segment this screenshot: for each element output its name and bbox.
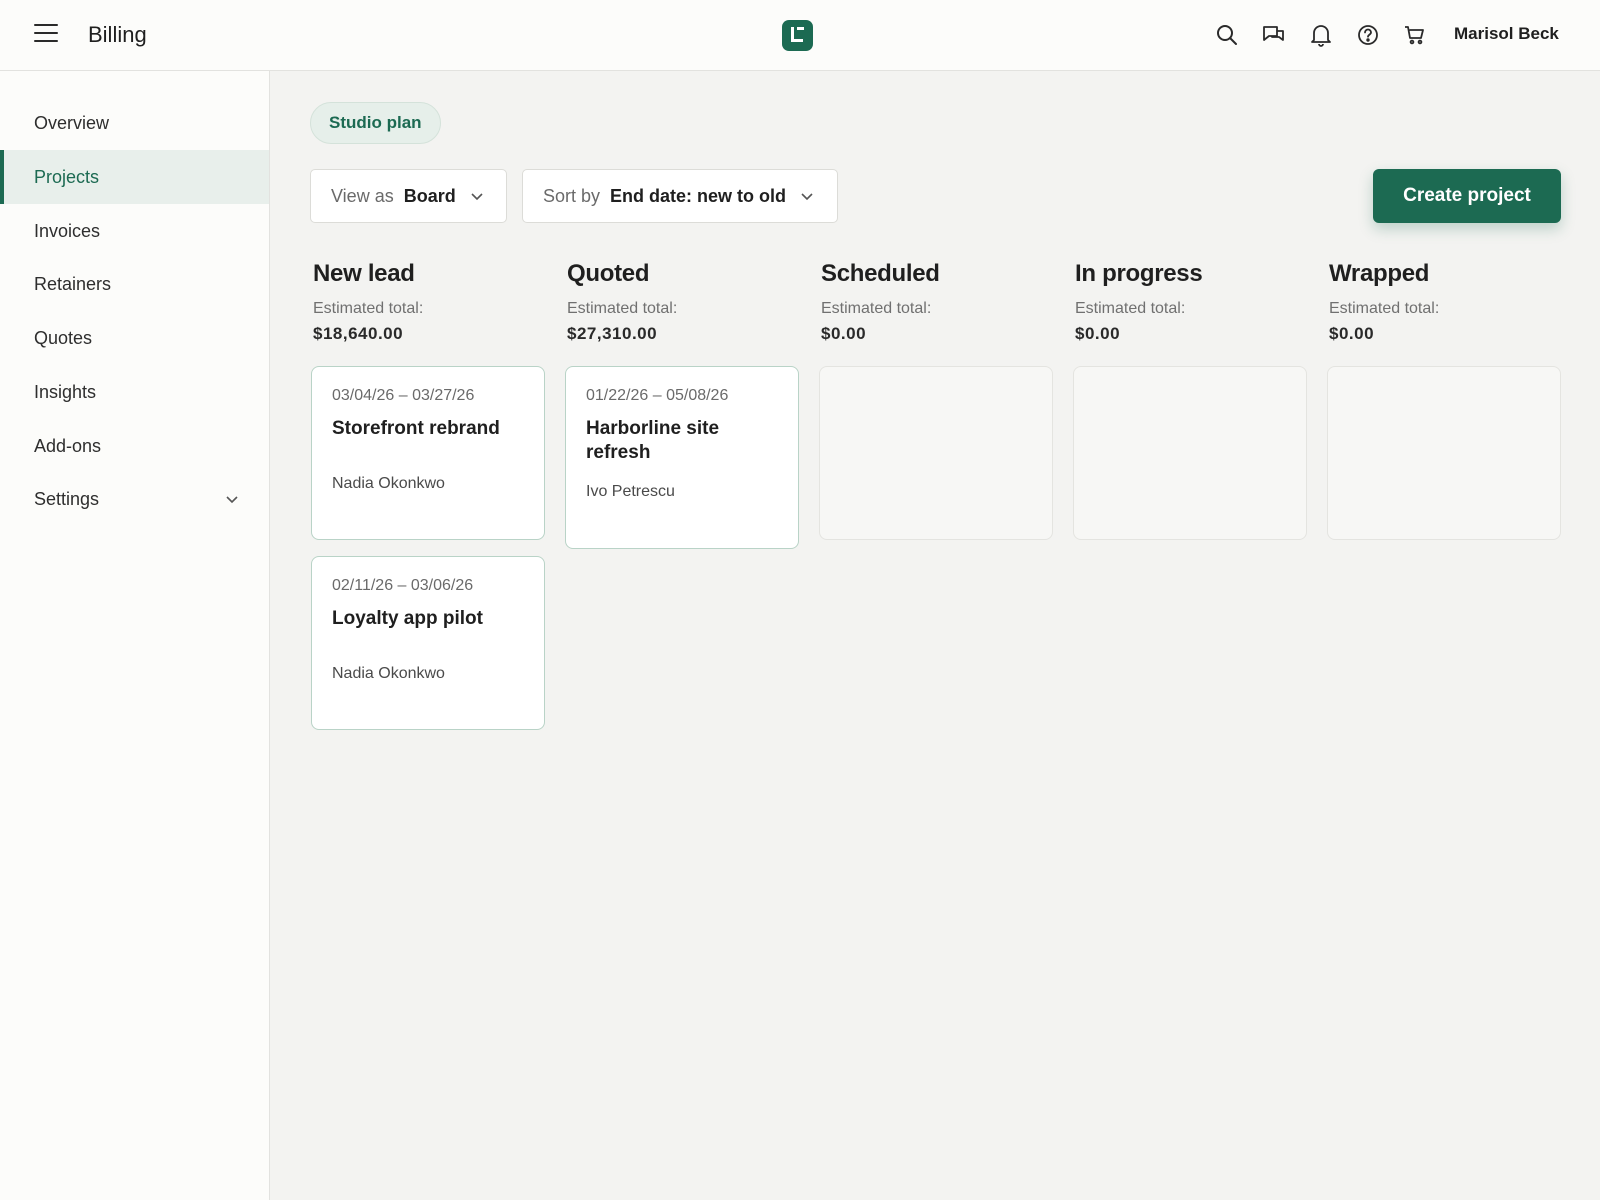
card-owner: Nadia Okonkwo: [332, 475, 445, 492]
column-title: Scheduled: [821, 260, 940, 287]
card-project-name: Harborline site refresh: [586, 418, 720, 463]
view-as-value: Board: [403, 185, 456, 206]
chat-icon[interactable]: [1261, 22, 1287, 48]
cart-icon[interactable]: [1402, 22, 1428, 48]
estimated-total-label: Estimated total:: [1075, 300, 1186, 317]
sort-by-label: Sort by: [543, 185, 601, 206]
sidebar-item-label: Overview: [34, 112, 110, 133]
top-bar: Billing Marisol Beck: [0, 0, 1600, 71]
estimated-total-value: $18,640.00: [313, 324, 404, 343]
sidebar-item-label: Projects: [34, 166, 100, 187]
sidebar-item-quotes[interactable]: Quotes: [0, 311, 269, 365]
board-column-quoted: Quoted Estimated total: $27,310.00 01/22…: [565, 260, 799, 565]
estimated-total-label: Estimated total:: [821, 300, 932, 317]
project-card[interactable]: 03/04/26 – 03/27/26 Storefront rebrand N…: [311, 366, 545, 540]
estimated-total-label: Estimated total:: [1329, 300, 1440, 317]
column-title: Wrapped: [1329, 260, 1430, 287]
chevron-down-icon: [801, 193, 813, 201]
board-column-scheduled: Scheduled Estimated total: $0.00: [819, 260, 1053, 540]
column-title: In progress: [1075, 260, 1203, 287]
estimated-total-value: $27,310.00: [567, 324, 658, 343]
sort-by-value: End date: new to old: [610, 185, 787, 206]
app-logo-icon[interactable]: [782, 20, 813, 51]
chevron-down-icon: [226, 496, 238, 504]
sort-by-dropdown[interactable]: Sort by End date: new to old: [522, 169, 838, 223]
project-card[interactable]: 02/11/26 – 03/06/26 Loyalty app pilot Na…: [311, 556, 545, 730]
empty-column-placeholder: [819, 366, 1053, 540]
view-as-label: View as: [331, 185, 394, 206]
sidebar-item-invoices[interactable]: Invoices: [0, 204, 269, 258]
empty-column-placeholder: [1073, 366, 1307, 540]
board-column-in-progress: In progress Estimated total: $0.00: [1073, 260, 1307, 540]
sidebar-item-overview[interactable]: Overview: [0, 96, 269, 150]
search-icon[interactable]: [1214, 22, 1240, 48]
board-column-wrapped: Wrapped Estimated total: $0.00: [1327, 260, 1561, 540]
column-title: Quoted: [567, 260, 650, 287]
estimated-total-label: Estimated total:: [567, 300, 678, 317]
sidebar-item-settings[interactable]: Settings: [0, 472, 269, 526]
card-project-name: Loyalty app pilot: [332, 608, 483, 629]
card-dates: 03/04/26 – 03/27/26: [332, 387, 475, 404]
estimated-total-value: $0.00: [821, 324, 867, 343]
sidebar-item-label: Retainers: [34, 273, 112, 294]
sidebar-item-insights[interactable]: Insights: [0, 365, 269, 419]
card-dates: 01/22/26 – 05/08/26: [586, 387, 729, 404]
sidebar-item-label: Settings: [34, 488, 100, 509]
chevron-down-icon: [471, 193, 483, 201]
bell-icon[interactable]: [1308, 22, 1334, 48]
project-card[interactable]: 01/22/26 – 05/08/26 Harborline site refr…: [565, 366, 799, 549]
help-icon[interactable]: [1355, 22, 1381, 48]
empty-column-placeholder: [1327, 366, 1561, 540]
sidebar: Overview Projects Invoices Retainers Quo…: [0, 71, 270, 1200]
sidebar-item-retainers[interactable]: Retainers: [0, 257, 269, 311]
column-title: New lead: [313, 260, 415, 287]
plan-badge: Studio plan: [310, 102, 441, 144]
card-owner: Nadia Okonkwo: [332, 665, 445, 682]
card-dates: 02/11/26 – 03/06/26: [332, 577, 474, 594]
sidebar-item-label: Add-ons: [34, 435, 102, 456]
view-as-dropdown[interactable]: View as Board: [310, 169, 507, 223]
estimated-total-value: $0.00: [1329, 324, 1375, 343]
estimated-total-value: $0.00: [1075, 324, 1121, 343]
card-owner: Ivo Petrescu: [586, 483, 675, 500]
sidebar-item-label: Quotes: [34, 327, 93, 348]
page-title: Billing: [88, 22, 147, 47]
sidebar-item-add-ons[interactable]: Add-ons: [0, 419, 269, 473]
create-project-button[interactable]: Create project: [1373, 169, 1561, 223]
menu-icon[interactable]: [34, 24, 58, 46]
sidebar-item-projects[interactable]: Projects: [0, 150, 269, 204]
sidebar-item-label: Invoices: [34, 220, 101, 241]
estimated-total-label: Estimated total:: [313, 300, 424, 317]
board-column-new-lead: New lead Estimated total: $18,640.00 03/…: [311, 260, 545, 746]
card-project-name: Storefront rebrand: [332, 418, 500, 439]
sidebar-item-label: Insights: [34, 381, 97, 402]
user-menu[interactable]: Marisol Beck: [1454, 24, 1559, 44]
